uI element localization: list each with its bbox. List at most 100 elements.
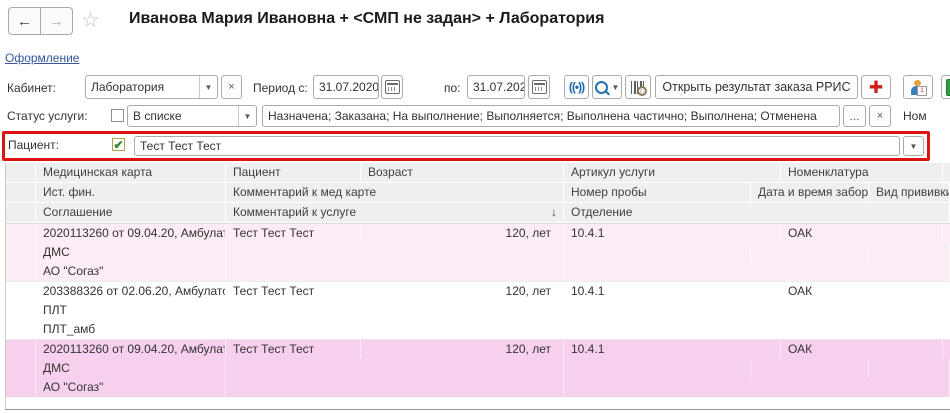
table-cell[interactable]: ДМС [36,243,226,262]
back-button[interactable]: ← [8,7,40,35]
patient-dropdown-button[interactable]: ▼ [903,136,924,156]
table-cell[interactable] [226,262,564,281]
formatting-link[interactable]: Оформление [5,51,79,65]
table-cell[interactable] [564,378,950,397]
search-button[interactable]: ▼ [592,75,622,99]
header-cell[interactable]: Медицинская карта [36,163,226,183]
header-cell[interactable]: Комментарий к мед карте [226,183,564,203]
table-cell[interactable] [751,359,869,378]
status-list-clear-button[interactable]: × [869,105,891,127]
table-cell[interactable] [943,340,950,359]
table-cell[interactable] [6,340,36,359]
table-cell[interactable] [751,301,869,320]
table-cell[interactable] [6,320,36,339]
table-cell[interactable]: ОАК [781,282,943,301]
status-mode-dropdown-icon[interactable]: ▼ [238,106,256,126]
status-list-input[interactable]: Назначена; Заказана; На выполнение; Выпо… [262,105,840,127]
table-cell[interactable] [869,301,950,320]
period-from-input[interactable]: 31.07.2020 [313,75,379,99]
online-monitor-button[interactable]: ((•)) [564,75,589,99]
cabinet-combobox[interactable]: Лаборатория ▼ [85,75,218,99]
header-cell[interactable] [6,203,36,223]
table-cell[interactable] [6,378,36,397]
header-cell[interactable]: Номер пробы [564,183,751,203]
table-cell[interactable] [6,262,36,281]
table-cell[interactable] [6,282,36,301]
table-cell[interactable] [6,301,36,320]
table-cell[interactable]: ПЛТ_амб [36,320,226,339]
header-cell[interactable] [6,163,36,183]
header-cell[interactable]: Пациент [226,163,361,183]
open-rris-result-button[interactable]: Открыть результат заказа РРИС [655,75,858,99]
table-cell[interactable] [564,359,751,378]
period-from-calendar-button[interactable] [381,75,403,99]
status-mode-combobox[interactable]: В списке ▼ [127,105,257,127]
table-cell[interactable]: ДМС [36,359,226,378]
header-cell[interactable]: Дата и время забора [751,183,869,203]
favorite-star-icon[interactable]: ☆ [81,8,100,33]
cabinet-dropdown-icon[interactable]: ▼ [199,76,217,98]
period-to-calendar-button[interactable] [528,75,550,99]
header-cell[interactable]: Вид прививки [869,183,950,203]
forward-button[interactable]: → [40,7,73,35]
table-cell[interactable]: АО "Согаз" [36,262,226,281]
table-cell[interactable] [869,359,950,378]
patient-schedule-button[interactable]: 1 [903,75,933,99]
table-cell[interactable]: Тест Тест Тест [226,340,361,359]
header-cell[interactable] [6,183,36,203]
patient-combobox[interactable]: Тест Тест Тест [134,136,900,156]
header-cell[interactable]: Номенклатура [781,163,943,183]
table-cell[interactable] [226,378,564,397]
table-cell[interactable] [564,320,950,339]
table-cell[interactable]: ПЛТ [36,301,226,320]
service-status-checkbox[interactable] [111,109,124,122]
patient-checkbox[interactable]: ✔ [112,138,125,151]
header-cell[interactable]: Артикул услуги [564,163,781,183]
table-cell[interactable]: 10.4.1 [564,224,781,243]
table-cell[interactable]: 10.4.1 [564,340,781,359]
cabinet-clear-button[interactable]: × [221,75,242,99]
header-cell[interactable]: К [943,163,950,183]
table-cell[interactable]: АО "Согаз" [36,378,226,397]
header-cell[interactable]: Соглашение [36,203,226,223]
table-cell[interactable]: 10.4.1 [564,282,781,301]
table-cell[interactable] [564,243,751,262]
table-cell[interactable] [869,243,950,262]
medical-service-button[interactable]: ✚ [861,75,891,99]
barcode-scan-button[interactable] [625,75,651,99]
table-cell[interactable] [226,359,564,378]
table-cell[interactable]: 120, лет [361,224,564,243]
table-cell[interactable] [943,224,950,243]
table-cell[interactable]: 2020113260 от 09.04.20, Амбулат... [36,340,226,359]
table-cell[interactable] [226,320,564,339]
table-cell[interactable] [564,301,751,320]
table-cell[interactable]: ОАК [781,224,943,243]
table-cell[interactable]: 120, лет [361,282,564,301]
table-cell[interactable] [226,243,564,262]
header-cell[interactable]: Возраст [361,163,564,183]
table-cell[interactable]: 120, лет [361,340,564,359]
table-cell[interactable] [226,301,564,320]
table-cell[interactable]: Тест Тест Тест [226,282,361,301]
table-cell[interactable]: ОАК [781,340,943,359]
table-record[interactable]: 203388326 от 02.06.20, Амбулато...Тест Т… [6,281,950,339]
table-cell[interactable]: 203388326 от 02.06.20, Амбулато... [36,282,226,301]
table-cell[interactable] [6,224,36,243]
green-check-button[interactable] [941,75,950,99]
header-cell[interactable]: Отделение [564,203,950,223]
table-cell[interactable] [943,282,950,301]
status-list-ellipsis-button[interactable]: ... [843,105,866,127]
table-cell[interactable] [751,243,869,262]
nav-history-group: ← → [8,7,73,35]
close-icon: × [877,110,883,122]
table-cell[interactable] [6,359,36,378]
header-cell[interactable]: Комментарий к услуге↓ [226,203,564,223]
table-record[interactable]: 2020113260 от 09.04.20, Амбулат...Тест Т… [6,339,950,397]
period-to-input[interactable]: 31.07.2020 [467,75,525,99]
table-cell[interactable] [564,262,950,281]
header-cell[interactable]: Ист. фин. [36,183,226,203]
table-cell[interactable] [6,243,36,262]
table-cell[interactable]: Тест Тест Тест [226,224,361,243]
table-cell[interactable]: 2020113260 от 09.04.20, Амбулат... [36,224,226,243]
table-record[interactable]: 2020113260 от 09.04.20, Амбулат...Тест Т… [6,224,950,281]
